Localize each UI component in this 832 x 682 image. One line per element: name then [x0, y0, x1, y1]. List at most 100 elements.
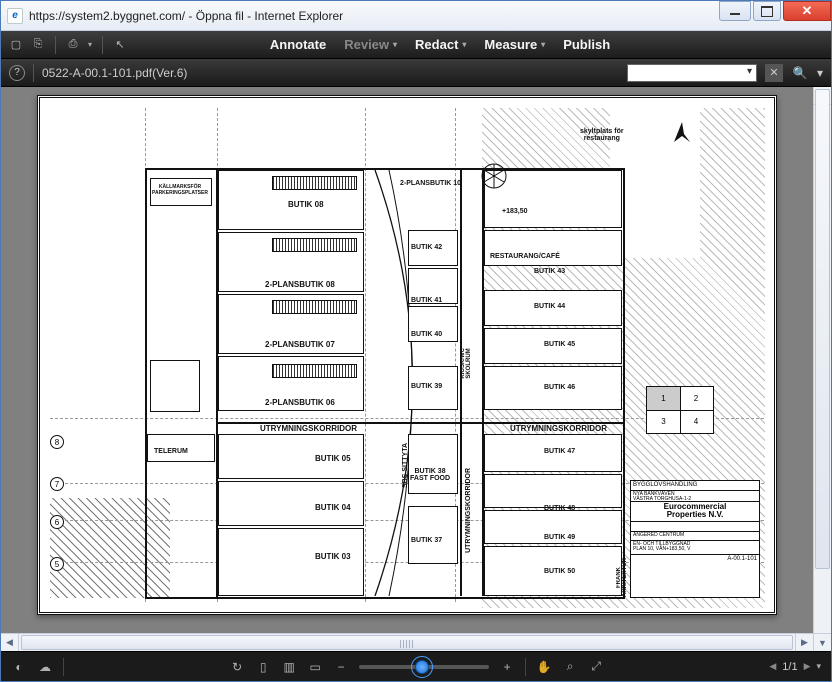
label-skylt: skyltplats för restaurang: [580, 128, 624, 142]
label-kiosk: KIOSK/WC SKOLRUM: [460, 348, 472, 379]
continuous-page-icon[interactable]: ▥: [281, 659, 297, 675]
prev-page-button[interactable]: ◀: [769, 661, 776, 672]
revolving-door-icon: [480, 162, 508, 190]
clear-compare-button[interactable]: ✕: [765, 64, 783, 82]
grid-marker-6: 6: [50, 515, 64, 529]
browser-window: e https://system2.byggnet.com/ - Öppna f…: [0, 0, 832, 682]
document-page[interactable]: 8 7 6 5 BUTIK 08 2-PLANSBUTIK 08 2-PLANS…: [37, 95, 777, 615]
search-dropdown-caret[interactable]: ▾: [817, 66, 823, 80]
cloud-icon[interactable]: ☁: [37, 659, 53, 675]
room: [218, 528, 364, 596]
compare-dropdown[interactable]: [627, 64, 757, 82]
escalator: [272, 364, 357, 378]
single-page-icon[interactable]: ▯: [255, 659, 271, 675]
label-kallmark: KÄLLMARKSFÖR PARKERINGSPLATSER: [152, 184, 208, 196]
label-utrym: UTRYMNINGSKORRIDOR: [260, 424, 357, 433]
vertical-scrollbar[interactable]: ▲ ▼: [813, 87, 831, 651]
label-butik03: BUTIK 03: [315, 552, 351, 561]
label-utrym-v: UTRYMNINGSKORRIDOR: [465, 468, 472, 553]
facing-page-icon[interactable]: ▭: [307, 659, 323, 675]
divider: [525, 658, 526, 676]
label-scale: A-00.1-101: [631, 554, 759, 564]
menu-publish[interactable]: Publish: [563, 37, 610, 52]
label-utrym2: UTRYMNINGSKORRIDOR: [510, 424, 607, 433]
zoom-in-icon[interactable]: +: [499, 659, 515, 675]
page-navigator: ◀ 1/1 ▶ ▾: [769, 661, 821, 673]
wall: [623, 168, 625, 598]
hatch-area: [50, 498, 170, 598]
room: [408, 506, 458, 564]
label-butik49: BUTIK 49: [544, 534, 575, 541]
scroll-thumb[interactable]: [815, 89, 830, 569]
divider: [63, 658, 64, 676]
rotate-icon[interactable]: ↻: [229, 659, 245, 675]
label-sbs: SBS SITTYTA: [402, 443, 409, 488]
contrast-icon[interactable]: ◐: [11, 659, 27, 675]
window-title: https://system2.byggnet.com/ - Öppna fil…: [29, 9, 343, 23]
grid-marker-5: 5: [50, 557, 64, 571]
label-telerum: TELERUM: [154, 448, 188, 455]
keyplan: 1 2 3 4: [646, 386, 714, 434]
label-butik37: BUTIK 37: [411, 537, 442, 544]
print-icon[interactable]: ⎙: [66, 38, 80, 52]
divider: [55, 36, 56, 54]
zoom-region-icon[interactable]: ⌕: [562, 659, 578, 675]
wall: [460, 170, 462, 596]
title-block: BYGGLOVSHANDLING NYA BANKVÄVENVÄSTRA TOR…: [630, 480, 760, 598]
save-icon[interactable]: ⎘: [31, 38, 45, 52]
window-maximize-button[interactable]: [753, 1, 781, 21]
scroll-right-button[interactable]: ▶: [795, 634, 813, 651]
document-toolbar: ? 0522-A-00.1-101.pdf(Ver.6) ✕ 🔍 ▾: [1, 59, 831, 87]
print-dropdown-caret[interactable]: ▾: [88, 40, 92, 49]
cursor-icon[interactable]: ↖: [113, 38, 127, 52]
label-butik41: BUTIK 41: [411, 297, 442, 304]
divider: [102, 36, 103, 54]
grid-marker-8: 8: [50, 435, 64, 449]
fit-width-icon[interactable]: ⤢: [588, 659, 604, 675]
page-dropdown-caret[interactable]: ▾: [816, 661, 821, 672]
document-viewport: 8 7 6 5 BUTIK 08 2-PLANSBUTIK 08 2-PLANS…: [1, 87, 831, 651]
label-butik50: BUTIK 50: [544, 568, 575, 575]
label-restaurang: RESTAURANG/CAFÉ: [490, 253, 560, 260]
floor-plan: 8 7 6 5 BUTIK 08 2-PLANSBUTIK 08 2-PLANS…: [50, 108, 764, 602]
scroll-left-button[interactable]: ◀: [1, 634, 19, 651]
scroll-thumb[interactable]: [21, 635, 793, 650]
help-icon[interactable]: ?: [9, 65, 25, 81]
label-2planbutik08: 2-PLANSBUTIK 08: [265, 280, 335, 289]
menu-review[interactable]: Review▾: [344, 37, 397, 52]
north-arrow-icon: [670, 120, 694, 149]
label-butik42: BUTIK 42: [411, 244, 442, 251]
label-butik39: BUTIK 39: [411, 383, 442, 390]
room: [484, 230, 622, 266]
label-butik40: BUTIK 40: [411, 331, 442, 338]
zoom-slider[interactable]: [359, 665, 489, 669]
escalator: [272, 176, 357, 190]
label-butik05: BUTIK 05: [315, 454, 351, 463]
label-butik08: BUTIK 08: [288, 200, 324, 209]
scroll-down-button[interactable]: ▼: [814, 633, 831, 651]
titlebar: e https://system2.byggnet.com/ - Öppna f…: [1, 1, 831, 31]
label-level: +183,50: [502, 208, 528, 215]
escalator: [272, 238, 357, 252]
label-butik04: BUTIK 04: [315, 503, 351, 512]
pan-hand-icon[interactable]: ✋: [536, 659, 552, 675]
menu-annotate[interactable]: Annotate: [270, 37, 326, 52]
next-page-button[interactable]: ▶: [804, 661, 811, 672]
wall: [145, 597, 625, 599]
grid-marker-7: 7: [50, 477, 64, 491]
label-2planbutik07: 2-PLANSBUTIK 07: [265, 340, 335, 349]
label-frank: FRANK ARKITEKTUR: [616, 558, 628, 597]
search-icon[interactable]: 🔍: [791, 64, 809, 82]
room: [408, 434, 458, 494]
horizontal-scrollbar[interactable]: ◀ ▶: [1, 633, 813, 651]
zoom-out-icon[interactable]: −: [333, 659, 349, 675]
wall: [145, 168, 147, 598]
window-close-button[interactable]: ✕: [783, 1, 831, 21]
label-ritn: EN- OCH TILLBYGGNAD PLAN 10, VÅN+183,50,…: [631, 540, 759, 554]
label-butik38: BUTIK 38 FAST FOOD: [410, 468, 450, 482]
new-doc-icon[interactable]: ▢: [9, 38, 23, 52]
menu-redact[interactable]: Redact▾: [415, 37, 466, 52]
label-company: Eurocommercial Properties N.V.: [631, 501, 759, 522]
menu-measure[interactable]: Measure▾: [484, 37, 545, 52]
window-minimize-button[interactable]: [719, 1, 751, 21]
